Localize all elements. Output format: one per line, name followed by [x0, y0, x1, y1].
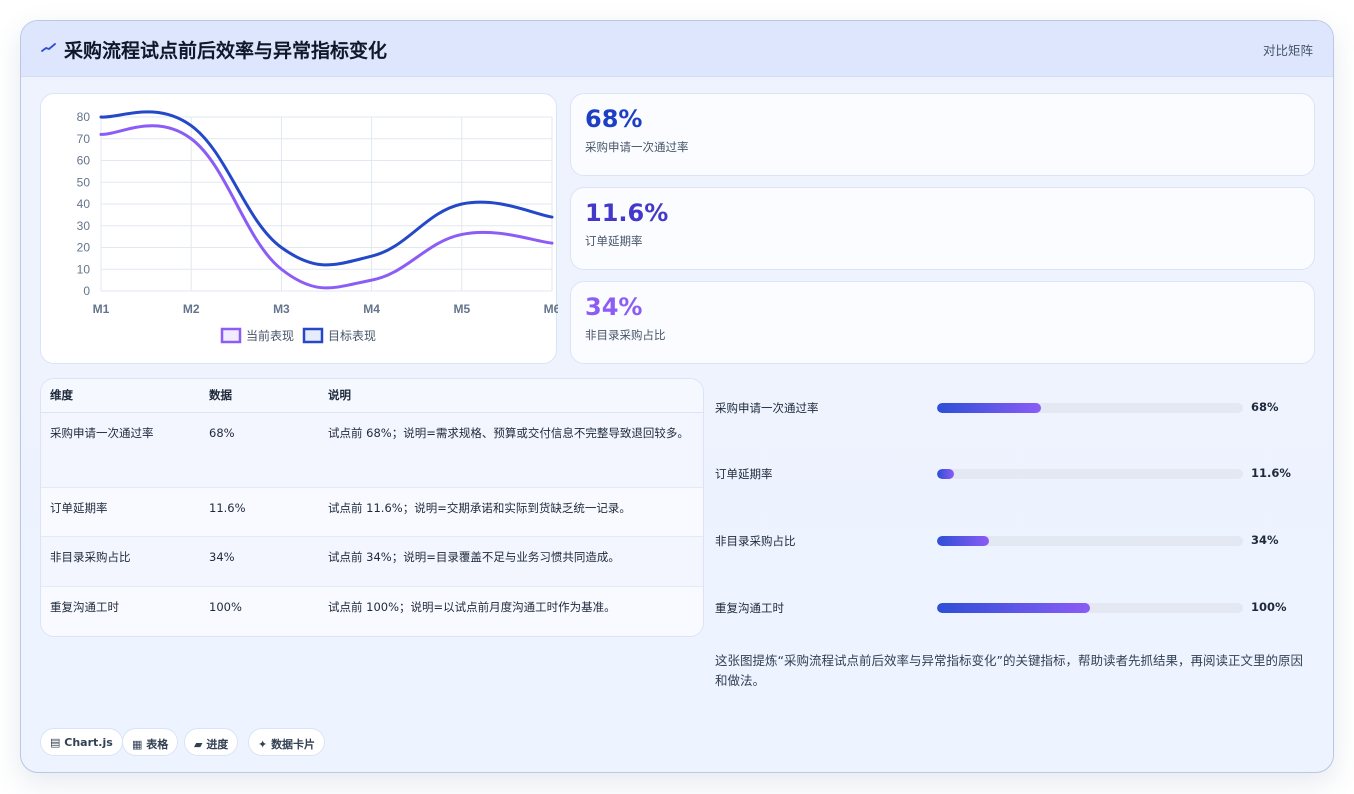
table-header-row: 维度 数据 说明 [41, 379, 703, 413]
x-tick-label: M3 [273, 302, 290, 316]
stat-value: 68% [585, 105, 643, 133]
stat-label: 订单延期率 [585, 234, 643, 248]
line-chart-panel: 0 10 20 30 40 50 60 70 80 M1 M2 M3 M4 M5 M6 当前表现 目标表现 [40, 93, 558, 364]
table-cell: 试点前 100%；说明=以试点前月度沟通工时作为基准。 [319, 586, 703, 636]
progress-value: 68% [1251, 400, 1279, 414]
progress-row: 非目录采购占比 34% [715, 531, 1315, 551]
progress-row: 采购申请一次通过率 68% [715, 398, 1315, 418]
x-tick-label: M2 [183, 302, 200, 316]
table-row: 采购申请一次通过率 68% 试点前 68%；说明=需求规格、预算或交付信息不完整… [41, 412, 703, 488]
y-tick-label: 10 [77, 262, 91, 276]
table-cell: 试点前 11.6%；说明=交期承诺和实际到货缺乏统一记录。 [319, 487, 703, 537]
x-tick-label: M5 [453, 302, 470, 316]
table-cell: 11.6% [200, 487, 319, 537]
table-cell: 采购申请一次通过率 [41, 412, 200, 488]
stat-label: 采购申请一次通过率 [585, 140, 689, 154]
progress-track [937, 469, 1243, 479]
metrics-table-panel: 维度 数据 说明 采购申请一次通过率 68% 试点前 68%；说明=需求规格、预… [40, 378, 704, 637]
matrix-label: 对比矩阵 [1262, 43, 1313, 58]
dashboard-card: 采购流程试点前后效率与异常指标变化 对比矩阵 0 10 20 30 40 50 60 70 80… [20, 20, 1334, 773]
stat-card-pass-rate: 68% 采购申请一次通过率 [570, 93, 1315, 176]
table-row: 订单延期率 11.6% 试点前 11.6%；说明=交期承诺和实际到货缺乏统一记录… [41, 487, 703, 537]
progress-label: 非目录采购占比 [715, 534, 796, 548]
stat-card-off-catalog: 34% 非目录采购占比 [570, 281, 1315, 364]
table-cell: 试点前 34%；说明=目录覆盖不足与业务习惯共同造成。 [319, 536, 703, 587]
y-tick-label: 0 [83, 284, 90, 298]
line-chart: 0 10 20 30 40 50 60 70 80 M1 M2 M3 M4 M5 M6 当前表现 目标表现 [77, 110, 558, 344]
y-tick-label: 50 [77, 175, 91, 189]
metrics-table: 维度 数据 说明 采购申请一次通过率 68% 试点前 68%；说明=需求规格、预… [41, 379, 703, 636]
table-cell: 非目录采购占比 [41, 536, 200, 587]
progress-fill [937, 536, 990, 546]
table-row: 非目录采购占比 34% 试点前 34%；说明=目录覆盖不足与业务习惯共同造成。 [41, 536, 703, 587]
stat-card-delay-rate: 11.6% 订单延期率 [570, 187, 1315, 270]
progress-row: 重复沟通工时 100% [715, 598, 1315, 618]
progress-track [937, 536, 1243, 546]
stat-label: 非目录采购占比 [585, 328, 666, 342]
progress-fill [937, 603, 1090, 613]
summary-text: 这张图提炼“采购流程试点前后效率与异常指标变化”的关键指标，帮助读者先抓结果，再… [715, 653, 1303, 688]
x-tick-label: M4 [363, 302, 380, 316]
progress-value: 34% [1251, 533, 1279, 547]
progress-label: 订单延期率 [715, 467, 773, 481]
y-tick-label: 70 [77, 132, 91, 146]
legend-label: 当前表现 [246, 328, 294, 343]
table-cell: 100% [200, 586, 319, 636]
chip-data-cards[interactable]: ✦ 数据卡片 [248, 728, 326, 756]
stat-value: 11.6% [585, 199, 669, 227]
progress-track [937, 603, 1243, 613]
progress-fill [937, 403, 1042, 413]
series-line-target [99, 110, 554, 267]
x-tick-label: M6 [544, 302, 558, 316]
y-tick-label: 40 [77, 197, 91, 211]
chip-table[interactable]: ▦ 表格 [122, 728, 179, 756]
progress-row: 订单延期率 11.6% [715, 464, 1315, 484]
progress-track [937, 403, 1243, 413]
progress-fill [937, 469, 954, 479]
table-cell: 34% [200, 536, 319, 587]
chip-progress[interactable]: ▰ 进度 [184, 728, 239, 756]
table-cell: 重复沟通工时 [41, 586, 200, 636]
column-header-description: 说明 [319, 379, 703, 413]
legend-swatch [220, 327, 242, 344]
trend-line-icon [41, 43, 56, 52]
page-title: 采购流程试点前后效率与异常指标变化 [64, 40, 388, 62]
table-row: 重复沟通工时 100% 试点前 100%；说明=以试点前月度沟通工时作为基准。 [41, 586, 703, 636]
y-tick-label: 80 [77, 110, 91, 124]
legend-swatch [302, 327, 324, 344]
legend-label: 目标表现 [328, 329, 376, 343]
chip-label: 数据卡片 [271, 738, 316, 751]
y-tick-label: 30 [77, 219, 91, 233]
progress-value: 100% [1251, 600, 1287, 614]
y-tick-label: 60 [77, 154, 91, 168]
chip-label: 进度 [206, 738, 229, 751]
table-cell: 试点前 68%；说明=需求规格、预算或交付信息不完整导致退回较多。 [319, 412, 703, 488]
column-header-data: 数据 [200, 379, 319, 413]
chip-label: Chart.js [64, 736, 113, 749]
card-header: 采购流程试点前后效率与异常指标变化 对比矩阵 [21, 21, 1333, 77]
table-cell: 订单延期率 [41, 487, 200, 537]
table-icon: ▦ [132, 738, 143, 751]
table-cell: 68% [200, 412, 319, 488]
chip-label: 表格 [146, 738, 169, 751]
y-tick-label: 20 [77, 241, 91, 255]
progress-icon: ▰ [194, 738, 203, 751]
x-tick-label: M1 [93, 302, 110, 316]
column-header-dimension: 维度 [41, 379, 200, 413]
progress-label: 重复沟通工时 [715, 601, 784, 615]
progress-value: 11.6% [1251, 466, 1291, 480]
chart-icon: ▤ [50, 736, 61, 749]
progress-label: 采购申请一次通过率 [715, 401, 819, 415]
chip-chartjs[interactable]: ▤ Chart.js [40, 728, 123, 756]
stat-value: 34% [585, 293, 643, 321]
sparkle-icon: ✦ [258, 738, 268, 751]
